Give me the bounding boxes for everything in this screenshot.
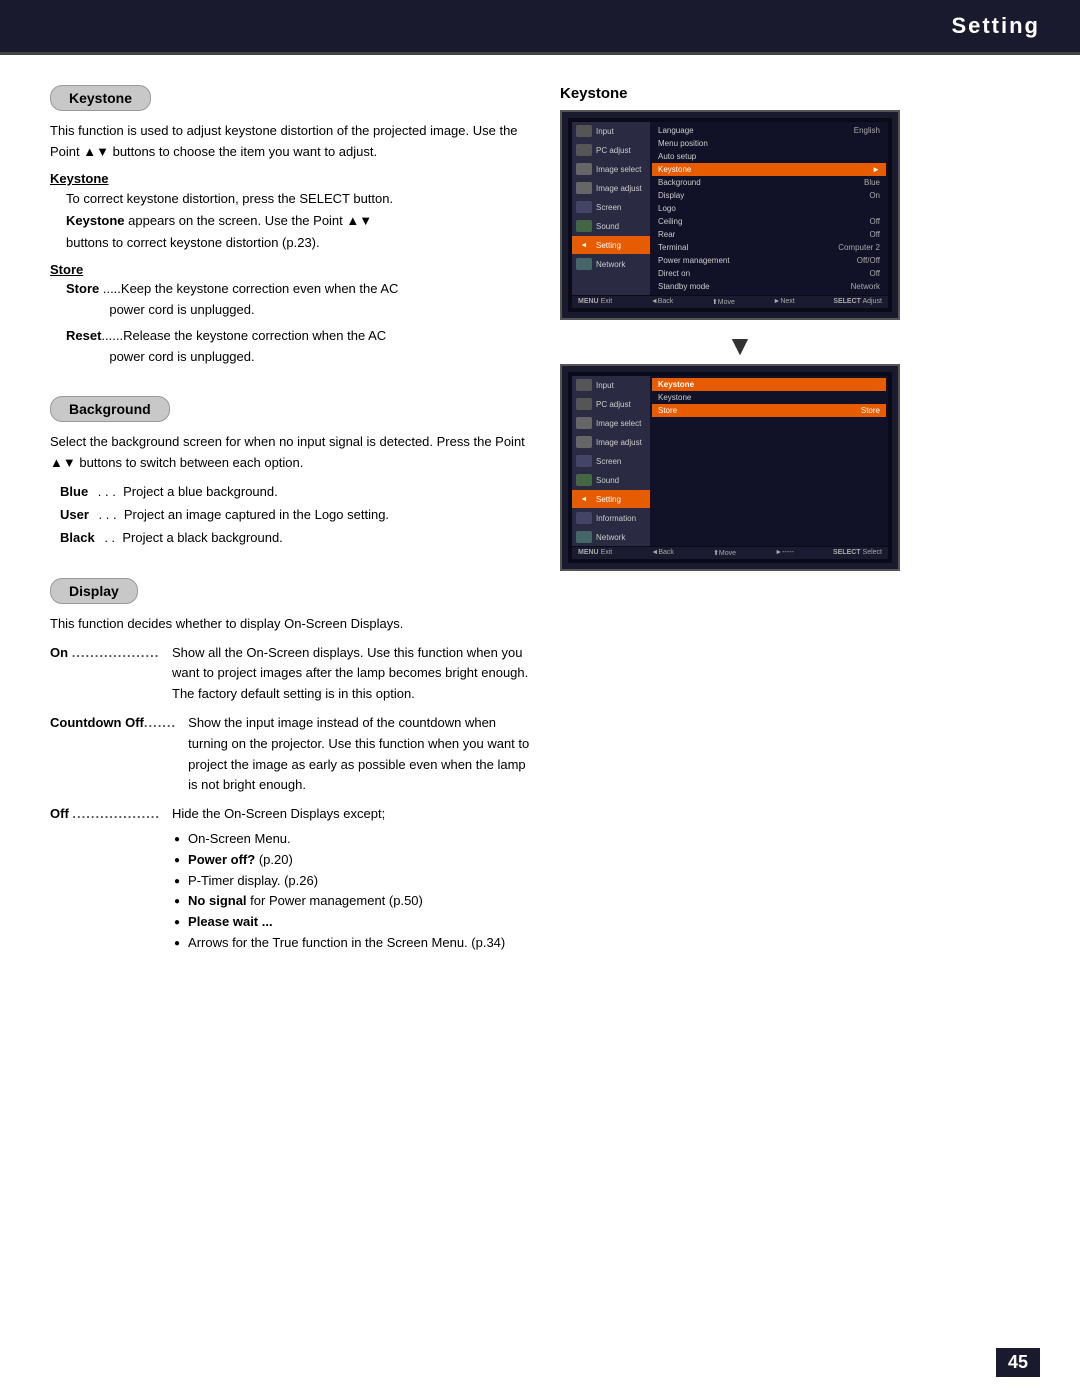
osd-b-sidebar-input: Input bbox=[572, 376, 650, 394]
b-input-icon bbox=[576, 379, 592, 391]
osd-item-powermgmt: Power managementOff/Off bbox=[652, 254, 886, 267]
display-on-row: On ................... Show all the On-S… bbox=[50, 643, 530, 705]
background-section: Background Select the background screen … bbox=[50, 396, 530, 550]
osd-item-standby: Standby modeNetwork bbox=[652, 280, 886, 293]
osd-item-logo: Logo bbox=[652, 202, 886, 215]
osd-top-panel: LanguageEnglish Menu position Auto setup… bbox=[650, 122, 888, 295]
osd-item-menupos: Menu position bbox=[652, 137, 886, 150]
osd-sidebar-sound: Sound bbox=[572, 217, 650, 235]
osd-bottom-grid: Input PC adjust Image select Image bbox=[572, 376, 888, 546]
osd-item-language: LanguageEnglish bbox=[652, 124, 886, 137]
keystone-sub-title: Keystone bbox=[50, 171, 530, 186]
osd-sidebar-input: Input bbox=[572, 122, 650, 140]
background-options: Blue . . . Project a blue background. Us… bbox=[50, 480, 530, 550]
osd-bottom-sidebar: Input PC adjust Image select Image bbox=[572, 376, 650, 546]
store-text: Store .....Keep the keystone correction … bbox=[66, 279, 530, 321]
osd-sidebar-network: Network bbox=[572, 255, 650, 273]
left-column: Keystone This function is used to adjust… bbox=[50, 85, 530, 982]
display-countdown-row: Countdown Off....... Show the input imag… bbox=[50, 713, 530, 796]
main-content: Keystone This function is used to adjust… bbox=[0, 55, 1080, 1012]
osd-bottom-panel: Keystone Keystone StoreStore bbox=[650, 376, 888, 546]
b-imgadj-icon bbox=[576, 436, 592, 448]
osd-b-sidebar-network: Network bbox=[572, 528, 650, 546]
bullet-arrows: Arrows for the True function in the Scre… bbox=[188, 933, 530, 954]
osd-b-sidebar-pcadjust: PC adjust bbox=[572, 395, 650, 413]
osd-top-grid: Input PC adjust Image select Image bbox=[572, 122, 888, 295]
background-badge: Background bbox=[50, 396, 170, 422]
b-pc-icon bbox=[576, 398, 592, 410]
keystone-badge: Keystone bbox=[50, 85, 151, 111]
osd-sidebar-setting: ◄ Setting bbox=[572, 236, 650, 254]
page-header: Setting bbox=[0, 0, 1080, 52]
right-column: Keystone Input PC adjust bbox=[560, 85, 920, 982]
osd-item-terminal: TerminalComputer 2 bbox=[652, 241, 886, 254]
osd-top-label: Keystone bbox=[560, 85, 920, 102]
bg-option-user: User . . . Project an image captured in … bbox=[60, 503, 530, 526]
osd-item-display: DisplayOn bbox=[652, 189, 886, 202]
pc-icon bbox=[576, 144, 592, 156]
osd-item-ceiling: CeilingOff bbox=[652, 215, 886, 228]
store-block: Store .....Keep the keystone correction … bbox=[50, 279, 530, 368]
b-setting-icon: ◄ bbox=[576, 493, 592, 505]
osd-sidebar-pcadjust: PC adjust bbox=[572, 141, 650, 159]
network-icon bbox=[576, 258, 592, 270]
display-options: On ................... Show all the On-S… bbox=[50, 643, 530, 954]
bullet-onscreen: On-Screen Menu. bbox=[188, 829, 530, 850]
b-imgsel-icon bbox=[576, 417, 592, 429]
b-info-icon bbox=[576, 512, 592, 524]
osd-item-directon: Direct onOff bbox=[652, 267, 886, 280]
bullet-nosignal: No signal for Power management (p.50) bbox=[188, 891, 530, 912]
osd-top-bottom-bar: MENU Exit ◄Back ⬆Move ►Next SELECT Adjus… bbox=[572, 296, 888, 308]
reset-text: Reset......Release the keystone correcti… bbox=[66, 326, 530, 368]
display-badge: Display bbox=[50, 578, 138, 604]
screen-icon bbox=[576, 201, 592, 213]
osd-sidebar-screen: Screen bbox=[572, 198, 650, 216]
imgsel-icon bbox=[576, 163, 592, 175]
off-bullets: On-Screen Menu. Power off? (p.20) P-Time… bbox=[172, 829, 530, 954]
bg-option-black: Black . . Project a black background. bbox=[60, 526, 530, 549]
osd-b-sidebar-screen: Screen bbox=[572, 452, 650, 470]
imgadj-icon bbox=[576, 182, 592, 194]
b-sound-icon bbox=[576, 474, 592, 486]
osd-item-background: BackgroundBlue bbox=[652, 176, 886, 189]
osd-bottom-screen: Input PC adjust Image select Image bbox=[560, 364, 900, 571]
bullet-poweroff: Power off? (p.20) bbox=[188, 850, 530, 871]
page-number: 45 bbox=[996, 1348, 1040, 1377]
osd-sub-keystone: Keystone bbox=[652, 391, 886, 404]
b-screen-icon bbox=[576, 455, 592, 467]
osd-item-autosetup: Auto setup bbox=[652, 150, 886, 163]
osd-down-arrow: ▼ bbox=[560, 332, 920, 360]
setting-icon: ◄ bbox=[576, 239, 592, 251]
osd-sidebar-imgadj: Image adjust bbox=[572, 179, 650, 197]
osd-b-sidebar-info: Information bbox=[572, 509, 650, 527]
keystone-intro: This function is used to adjust keystone… bbox=[50, 121, 530, 163]
osd-b-sidebar-imgadj: Image adjust bbox=[572, 433, 650, 451]
osd-sidebar-imgsel: Image select bbox=[572, 160, 650, 178]
osd-b-sidebar-sound: Sound bbox=[572, 471, 650, 489]
osd-bottom-bottom-bar: MENU Exit ◄Back ⬆Move ►----- SELECT Sele… bbox=[572, 547, 888, 559]
display-section: Display This function decides whether to… bbox=[50, 578, 530, 954]
background-intro: Select the background screen for when no… bbox=[50, 432, 530, 474]
sound-icon bbox=[576, 220, 592, 232]
input-icon bbox=[576, 125, 592, 137]
osd-item-keystone: Keystone► bbox=[652, 163, 886, 176]
store-title: Store bbox=[50, 262, 530, 277]
osd-top-sidebar: Input PC adjust Image select Image bbox=[572, 122, 650, 295]
osd-top-screen: Input PC adjust Image select Image bbox=[560, 110, 900, 320]
bg-option-blue: Blue . . . Project a blue background. bbox=[60, 480, 530, 503]
display-off-row: Off ................... Hide the On-Scre… bbox=[50, 804, 530, 954]
bullet-pleasewait: Please wait ... bbox=[188, 912, 530, 933]
osd-b-sidebar-imgsel: Image select bbox=[572, 414, 650, 432]
bullet-ptimer: P-Timer display. (p.26) bbox=[188, 871, 530, 892]
display-intro: This function decides whether to display… bbox=[50, 614, 530, 635]
osd-sub-store: StoreStore bbox=[652, 404, 886, 417]
osd-item-rear: RearOff bbox=[652, 228, 886, 241]
keystone-section: Keystone This function is used to adjust… bbox=[50, 85, 530, 368]
page-number-container: 45 bbox=[996, 1348, 1040, 1377]
osd-submenu-header: Keystone bbox=[652, 378, 886, 391]
keystone-sub-text: To correct keystone distortion, press th… bbox=[50, 188, 530, 254]
page-title: Setting bbox=[951, 13, 1040, 39]
b-network-icon bbox=[576, 531, 592, 543]
osd-b-sidebar-setting: ◄ Setting bbox=[572, 490, 650, 508]
